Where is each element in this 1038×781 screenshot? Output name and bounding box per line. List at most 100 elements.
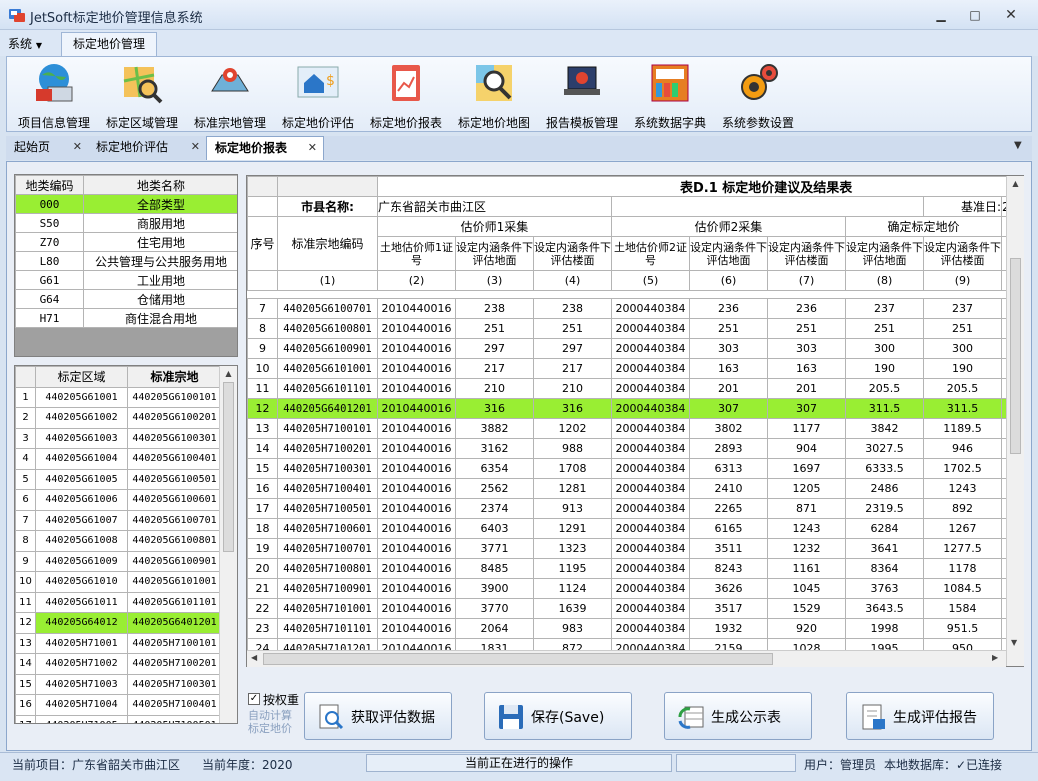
- ground2-cell[interactable]: 2410: [689, 478, 768, 499]
- ground-final-cell[interactable]: 237: [845, 298, 924, 319]
- cert2-cell[interactable]: 2000440384: [611, 578, 690, 599]
- ground-final-cell[interactable]: 8364: [845, 558, 924, 579]
- category-row[interactable]: G61 工业用地: [15, 270, 237, 290]
- sheet-row[interactable]: 18 440205H7100601 2010440016 6403 1291 200044…: [247, 518, 1023, 539]
- sheet-row[interactable]: 17 440205H7100501 2010440016 2374 913 2000440…: [247, 498, 1023, 519]
- scroll-up-icon[interactable]: ▲: [220, 369, 237, 378]
- price-report-button[interactable]: 标定地价报表: [363, 57, 449, 131]
- maximize-button[interactable]: □: [962, 6, 988, 24]
- ground2-cell[interactable]: 201: [689, 378, 768, 399]
- floor1-cell[interactable]: 1195: [533, 558, 612, 579]
- ground1-cell[interactable]: 6354: [455, 458, 534, 479]
- parcel-code-cell[interactable]: 440205H7100801: [277, 558, 378, 579]
- category-row[interactable]: G64 仓储用地: [15, 289, 237, 309]
- zone-grid-scrollbar[interactable]: ▲: [219, 366, 237, 723]
- cert2-cell[interactable]: 2000440384: [611, 358, 690, 379]
- floor1-cell[interactable]: 1291: [533, 518, 612, 539]
- zone-row[interactable]: 8 440205G61008 440205G6100801: [15, 530, 222, 552]
- cert1-cell[interactable]: 2010440016: [377, 478, 456, 499]
- system-menu[interactable]: 系统 ▼: [8, 35, 42, 52]
- seq-cell[interactable]: 16: [247, 478, 278, 499]
- seq-cell[interactable]: 20: [247, 558, 278, 579]
- cert2-cell[interactable]: 2000440384: [611, 498, 690, 519]
- sheet-row[interactable]: 7 440205G6100701 2010440016 238 238 200044038…: [247, 298, 1023, 319]
- ground-final-cell[interactable]: 205.5: [845, 378, 924, 399]
- floor2-cell[interactable]: 1045: [767, 578, 846, 599]
- seq-cell[interactable]: 23: [247, 618, 278, 639]
- sheet-row[interactable]: 13 440205H7100101 2010440016 3882 1202 200044…: [247, 418, 1023, 439]
- floor2-cell[interactable]: 163: [767, 358, 846, 379]
- scroll-left-icon[interactable]: ◀: [251, 653, 257, 662]
- ground-final-cell[interactable]: 251: [845, 318, 924, 339]
- cert2-cell[interactable]: 2000440384: [611, 538, 690, 559]
- parcel-code-cell[interactable]: 440205G6100701: [277, 298, 378, 319]
- ground-final-cell[interactable]: 311.5: [845, 398, 924, 419]
- ground1-cell[interactable]: 3770: [455, 598, 534, 619]
- floor1-cell[interactable]: 217: [533, 358, 612, 379]
- ground2-cell[interactable]: 3511: [689, 538, 768, 559]
- zone-row[interactable]: 1 440205G61001 440205G6100101: [15, 386, 222, 408]
- floor2-cell[interactable]: 307: [767, 398, 846, 419]
- ground2-cell[interactable]: 6313: [689, 458, 768, 479]
- ground1-cell[interactable]: 3882: [455, 418, 534, 439]
- template-manage-button[interactable]: 报告模板管理: [539, 57, 625, 131]
- cert1-cell[interactable]: 2010440016: [377, 318, 456, 339]
- cert1-cell[interactable]: 2010440016: [377, 418, 456, 439]
- floor1-cell[interactable]: 1639: [533, 598, 612, 619]
- category-row[interactable]: S50 商服用地: [15, 213, 237, 233]
- ground2-cell[interactable]: 6165: [689, 518, 768, 539]
- floor2-cell[interactable]: 1243: [767, 518, 846, 539]
- floor2-cell[interactable]: 1177: [767, 418, 846, 439]
- floor1-cell[interactable]: 913: [533, 498, 612, 519]
- parcel-code-cell[interactable]: 440205H7100101: [277, 418, 378, 439]
- sheet-horizontal-scrollbar[interactable]: ◀ ▶: [247, 650, 1006, 667]
- category-row[interactable]: Z70 住宅用地: [15, 232, 237, 252]
- cert2-cell[interactable]: 2000440384: [611, 378, 690, 399]
- cert1-cell[interactable]: 2010440016: [377, 498, 456, 519]
- cert2-cell[interactable]: 2000440384: [611, 618, 690, 639]
- cert2-cell[interactable]: 2000440384: [611, 338, 690, 359]
- parcel-code-cell[interactable]: 440205H7100601: [277, 518, 378, 539]
- zone-row[interactable]: 5 440205G61005 440205G6100501: [15, 468, 222, 490]
- floor-final-cell[interactable]: 1243: [923, 478, 1002, 499]
- floor2-cell[interactable]: 251: [767, 318, 846, 339]
- ground-final-cell[interactable]: 190: [845, 358, 924, 379]
- seq-cell[interactable]: 18: [247, 518, 278, 539]
- floor2-cell[interactable]: 201: [767, 378, 846, 399]
- category-row[interactable]: 000 全部类型: [15, 194, 237, 214]
- ground2-cell[interactable]: 307: [689, 398, 768, 419]
- zone-row[interactable]: 7 440205G61007 440205G6100701: [15, 509, 222, 531]
- zone-row[interactable]: 16 440205H71004 440205H7100401: [15, 694, 222, 716]
- floor-final-cell[interactable]: 190: [923, 358, 1002, 379]
- scroll-right-icon[interactable]: ▶: [992, 653, 998, 662]
- price-map-button[interactable]: 标定地价地图: [451, 57, 537, 131]
- ground1-cell[interactable]: 3162: [455, 438, 534, 459]
- seq-cell[interactable]: 10: [247, 358, 278, 379]
- cert1-cell[interactable]: 2010440016: [377, 538, 456, 559]
- floor-final-cell[interactable]: 1584: [923, 598, 1002, 619]
- ground-final-cell[interactable]: 3643.5: [845, 598, 924, 619]
- sheet-row[interactable]: 12 440205G6401201 2010440016 316 316 20004403…: [247, 398, 1023, 419]
- parcel-code-cell[interactable]: 440205H7101001: [277, 598, 378, 619]
- floor1-cell[interactable]: 1708: [533, 458, 612, 479]
- floor-final-cell[interactable]: 1189.5: [923, 418, 1002, 439]
- parcel-code-cell[interactable]: 440205G6100901: [277, 338, 378, 359]
- ground-final-cell[interactable]: 3842: [845, 418, 924, 439]
- ground2-cell[interactable]: 236: [689, 298, 768, 319]
- ground1-cell[interactable]: 8485: [455, 558, 534, 579]
- cert2-cell[interactable]: 2000440384: [611, 558, 690, 579]
- sheet-row[interactable]: 14 440205H7100201 2010440016 3162 988 2000440…: [247, 438, 1023, 459]
- floor2-cell[interactable]: 303: [767, 338, 846, 359]
- seq-cell[interactable]: 21: [247, 578, 278, 599]
- ground-final-cell[interactable]: 6333.5: [845, 458, 924, 479]
- zone-row[interactable]: 14 440205H71002 440205H7100201: [15, 653, 222, 675]
- cert1-cell[interactable]: 2010440016: [377, 558, 456, 579]
- cert1-cell[interactable]: 2010440016: [377, 398, 456, 419]
- floor1-cell[interactable]: 316: [533, 398, 612, 419]
- ground2-cell[interactable]: 8243: [689, 558, 768, 579]
- ground2-cell[interactable]: 251: [689, 318, 768, 339]
- floor1-cell[interactable]: 297: [533, 338, 612, 359]
- floor1-cell[interactable]: 251: [533, 318, 612, 339]
- minimize-button[interactable]: ▁: [928, 6, 954, 24]
- parcel-manage-button[interactable]: 标准宗地管理: [187, 57, 273, 131]
